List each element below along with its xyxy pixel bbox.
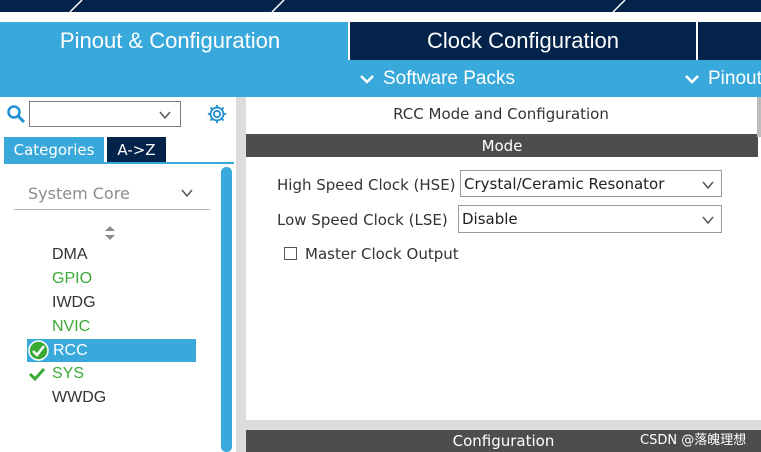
chevron-down-icon [702,216,714,225]
watermark: CSDN @落魄理想 [640,433,747,448]
chevron-down-icon [702,181,714,190]
software-packs-menu[interactable]: Software Packs [359,60,515,97]
categories-tab[interactable]: Categories [4,137,104,162]
pinout-menu-label: Pinout [708,67,761,89]
a-to-z-tab[interactable]: A->Z [107,137,166,162]
software-packs-label: Software Packs [383,67,515,89]
peripheral-item-sys[interactable]: SYS [52,365,84,383]
tab-clock-configuration[interactable]: Clock Configuration [348,22,696,60]
peripheral-item-rcc[interactable]: RCC [53,342,88,360]
tab-pinout-configuration[interactable]: Pinout & Configuration [0,22,348,60]
panel-splitter[interactable] [236,97,246,452]
top-banner [0,0,761,12]
panel-title: RCC Mode and Configuration [393,105,609,123]
gear-icon[interactable] [206,103,228,125]
peripheral-item-nvic[interactable]: NVIC [52,318,90,336]
master-clock-output-label: Master Clock Output [305,245,459,263]
chevron-down-icon [360,74,374,84]
hse-select[interactable]: Crystal/Ceramic Resonator [460,170,722,197]
tab-underline [4,162,234,164]
peripheral-item-iwdg[interactable]: IWDG [52,294,96,312]
search-icon[interactable] [6,104,26,124]
hse-select-value: Crystal/Ceramic Resonator [464,174,665,193]
banner-dividers [69,0,626,12]
tab-more[interactable] [696,22,761,60]
hse-label: High Speed Clock (HSE) [277,176,456,194]
sort-icon[interactable] [104,225,116,241]
right-scrollbar[interactable] [757,97,761,137]
chevron-down-icon[interactable] [158,108,172,122]
mode-section-header: Mode [246,134,758,157]
chevron-down-icon [685,74,699,84]
lse-label: Low Speed Clock (LSE) [277,211,448,229]
chevron-down-icon[interactable] [180,186,194,200]
peripheral-item-gpio[interactable]: GPIO [52,270,92,288]
peripheral-item-dma[interactable]: DMA [52,246,88,264]
secondary-toolbar: Software Packs Pinout [0,60,761,97]
category-dropdown-label[interactable]: System Core [28,184,130,203]
left-scrollbar[interactable] [221,167,232,452]
check-circle-icon [28,340,49,361]
lse-select[interactable]: Disable [458,205,722,233]
category-divider [14,209,210,210]
lse-select-value: Disable [462,210,518,228]
pinout-menu[interactable]: Pinout [684,60,761,97]
master-clock-output-checkbox[interactable] [284,247,297,260]
check-icon [29,367,45,382]
peripheral-item-wwdg[interactable]: WWDG [52,389,106,407]
